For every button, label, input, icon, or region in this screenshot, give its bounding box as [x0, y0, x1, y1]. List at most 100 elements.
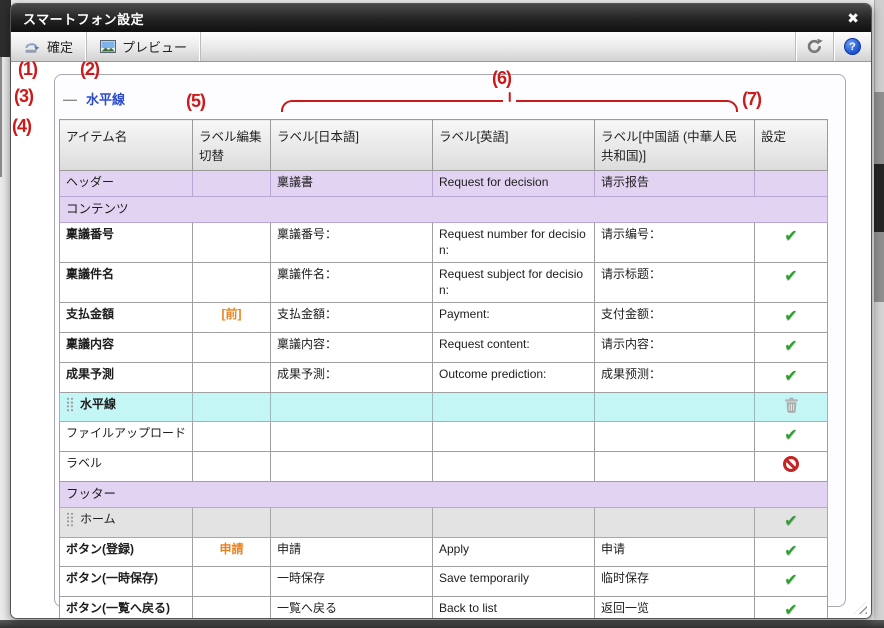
table-row: 稟議内容 稟議内容：Request content:请示内容： ✔: [60, 333, 828, 363]
label-zh-cell[interactable]: 请示内容：: [595, 333, 755, 363]
confirm-button[interactable]: 確定: [11, 32, 87, 61]
label-edit-toggle-cell[interactable]: [193, 223, 271, 263]
table-row: 水平線: [60, 392, 828, 422]
check-icon[interactable]: ✔: [784, 427, 797, 444]
refresh-icon: [806, 38, 823, 55]
label-zh-cell[interactable]: 申请: [595, 537, 755, 567]
label-ja-cell[interactable]: [271, 422, 433, 452]
palette-item-horizontal-line[interactable]: — 水平線: [63, 89, 125, 108]
page-scrollbar: [874, 0, 884, 620]
table-row: ボタン(一時保存)一時保存Save temporarily临时保存✔: [60, 567, 828, 597]
label-zh-cell[interactable]: [595, 452, 755, 482]
check-icon[interactable]: ✔: [784, 543, 797, 560]
item-name-cell: ボタン(登録): [60, 537, 193, 567]
label-zh-cell[interactable]: 返回一览: [595, 597, 755, 619]
setting-cell: ✔: [755, 537, 828, 567]
item-name-cell: 稟議番号: [60, 223, 193, 263]
refresh-button[interactable]: [795, 32, 833, 61]
label-ja-cell[interactable]: 申請: [271, 537, 433, 567]
label-ja-cell[interactable]: 一時保存: [271, 567, 433, 597]
label-zh-cell[interactable]: 支付金额：: [595, 303, 755, 333]
item-name-cell: 稟議件名: [60, 263, 193, 303]
label-zh-cell[interactable]: [595, 422, 755, 452]
table-row: ホーム✔: [60, 507, 828, 537]
label-edit-toggle-cell[interactable]: [193, 263, 271, 303]
label-edit-toggle-cell[interactable]: [193, 422, 271, 452]
trash-icon[interactable]: [784, 397, 799, 413]
label-ja-cell[interactable]: 稟議件名：: [271, 263, 433, 303]
label-zh-cell[interactable]: [595, 392, 755, 422]
label-en-cell[interactable]: Request content:: [433, 333, 595, 363]
label-edit-toggle-cell[interactable]: [193, 392, 271, 422]
label-ja-cell[interactable]: 成果予測：: [271, 362, 433, 392]
bracket-left: [281, 100, 503, 112]
drag-handle-icon[interactable]: [66, 397, 74, 412]
label-en-cell[interactable]: Back to list: [433, 597, 595, 619]
label-en-cell[interactable]: Request number for decision:: [433, 223, 595, 263]
label-edit-toggle-cell[interactable]: [193, 452, 271, 482]
label-ja-cell[interactable]: [271, 452, 433, 482]
annotation-6-bracket: [281, 100, 738, 113]
label-edit-toggle-cell[interactable]: [193, 567, 271, 597]
label-en-cell[interactable]: [433, 452, 595, 482]
label-en-cell[interactable]: [433, 392, 595, 422]
check-icon[interactable]: ✔: [784, 338, 797, 355]
label-en-cell[interactable]: Save temporarily: [433, 567, 595, 597]
label-en-cell[interactable]: [433, 422, 595, 452]
check-icon[interactable]: ✔: [784, 268, 797, 285]
setting-cell: ✔: [755, 223, 828, 263]
stamp-icon: [24, 39, 41, 54]
label-ja-cell[interactable]: 一覧へ戻る: [271, 597, 433, 619]
preview-button[interactable]: プレビュー: [87, 32, 201, 61]
column-header-3: ラベル[日本語]: [271, 120, 433, 171]
label-zh-cell[interactable]: 请示标题：: [595, 263, 755, 303]
drag-handle-icon[interactable]: [66, 512, 74, 527]
check-icon[interactable]: ✔: [784, 513, 797, 530]
screen: スマートフォン設定 ✖ 確定 プレビュー: [0, 0, 884, 628]
label-zh-cell[interactable]: 临时保存: [595, 567, 755, 597]
label-zh-cell[interactable]: 请示报告: [595, 171, 755, 197]
label-edit-toggle-cell[interactable]: [193, 507, 271, 537]
column-header-2: ラベル編集切替: [193, 120, 271, 171]
label-en-cell[interactable]: Request for decision: [433, 171, 595, 197]
check-icon[interactable]: ✔: [784, 572, 797, 589]
label-en-cell[interactable]: Outcome prediction:: [433, 362, 595, 392]
label-en-cell[interactable]: Apply: [433, 537, 595, 567]
label-edit-toggle-cell[interactable]: [193, 597, 271, 619]
palette-item-label: 水平線: [86, 89, 125, 108]
setting-cell: ✔: [755, 263, 828, 303]
column-header-1: アイテム名: [60, 120, 193, 171]
close-icon[interactable]: ✖: [847, 11, 859, 25]
label-zh-cell[interactable]: 请示编号：: [595, 223, 755, 263]
check-icon[interactable]: ✔: [784, 602, 797, 619]
check-icon[interactable]: ✔: [784, 228, 797, 245]
form-settings-panel: — 水平線 アイテム名ラベル編集切替ラベル[日本語]ラベル[英語]ラベル[中国語…: [54, 74, 846, 607]
label-edit-toggle-cell[interactable]: [193, 171, 271, 197]
label-edit-toggle-cell[interactable]: [前]: [193, 303, 271, 333]
check-icon[interactable]: ✔: [784, 368, 797, 385]
help-button[interactable]: ?: [833, 32, 871, 61]
dialog-body: — 水平線 アイテム名ラベル編集切替ラベル[日本語]ラベル[英語]ラベル[中国語…: [11, 62, 871, 618]
help-icon: ?: [844, 38, 861, 55]
settings-table: アイテム名ラベル編集切替ラベル[日本語]ラベル[英語]ラベル[中国語 (中華人民…: [59, 119, 828, 619]
dialog-toolbar: 確定 プレビュー ?: [11, 32, 871, 62]
label-en-cell[interactable]: Payment:: [433, 303, 595, 333]
label-en-cell[interactable]: Request subject for decision:: [433, 263, 595, 303]
label-ja-cell[interactable]: [271, 392, 433, 422]
label-zh-cell[interactable]: 成果预测：: [595, 362, 755, 392]
label-edit-toggle-cell[interactable]: [193, 362, 271, 392]
label-ja-cell[interactable]: 支払金額：: [271, 303, 433, 333]
label-zh-cell[interactable]: [595, 507, 755, 537]
label-ja-cell[interactable]: [271, 507, 433, 537]
label-ja-cell[interactable]: 稟議番号：: [271, 223, 433, 263]
label-edit-toggle-cell[interactable]: 申請: [193, 537, 271, 567]
label-edit-toggle-cell[interactable]: [193, 333, 271, 363]
scrollbar-track: [874, 92, 884, 164]
label-ja-cell[interactable]: 稟議書: [271, 171, 433, 197]
setting-cell: ✔: [755, 333, 828, 363]
item-name-cell: ファイルアップロード: [60, 422, 193, 452]
label-ja-cell[interactable]: 稟議内容：: [271, 333, 433, 363]
item-name-cell: 稟議内容: [60, 333, 193, 363]
label-en-cell[interactable]: [433, 507, 595, 537]
check-icon[interactable]: ✔: [784, 308, 797, 325]
